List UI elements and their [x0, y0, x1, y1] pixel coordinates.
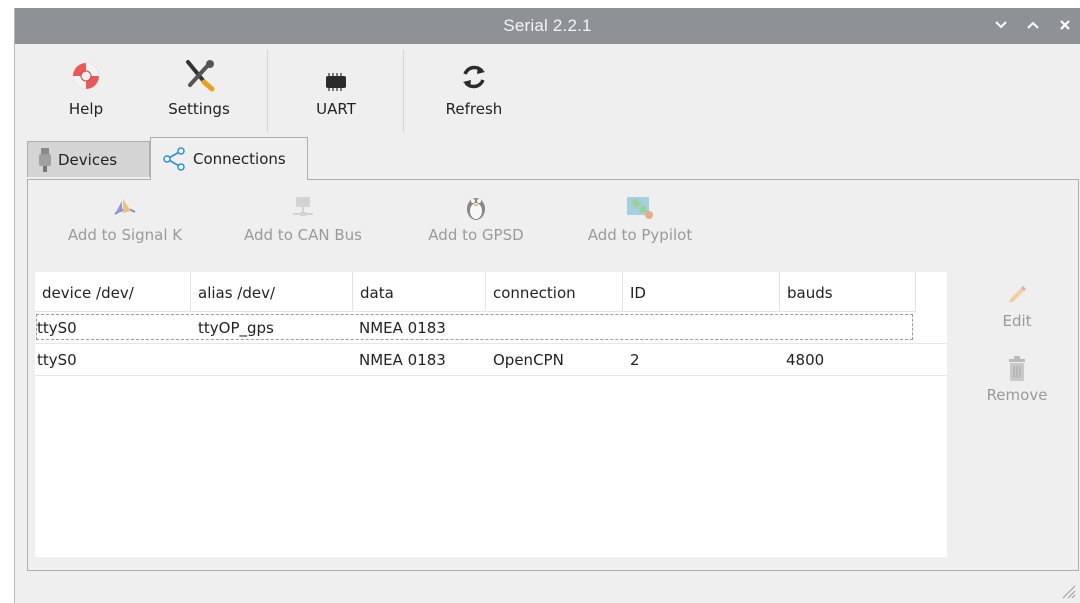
- window-title: Serial 2.2.1: [503, 16, 592, 35]
- pencil-icon: [1009, 286, 1026, 303]
- add-to-canbus-button[interactable]: Add to CAN Bus: [233, 190, 373, 244]
- cell-bauds: [784, 312, 786, 344]
- cell-bauds: 4800: [786, 351, 825, 369]
- remove-label: Remove: [986, 386, 1048, 404]
- desktop-edge: [0, 0, 14, 603]
- close-button[interactable]: [1056, 14, 1074, 36]
- table-row[interactable]: ttyS0 ttyOP_gps NMEA 0183: [35, 312, 947, 344]
- status-bar: [15, 571, 1080, 603]
- tab-connections[interactable]: Connections: [150, 137, 308, 180]
- cell-device: ttyS0: [37, 351, 77, 369]
- table-row[interactable]: ttyS0 NMEA 0183 OpenCPN 2 4800: [35, 344, 947, 376]
- window-controls: [992, 14, 1074, 36]
- minimize-button[interactable]: [992, 14, 1010, 36]
- cell-connection: [491, 312, 493, 344]
- add-to-signalk-button[interactable]: Add to Signal K: [50, 190, 200, 244]
- cell-id: [628, 312, 630, 344]
- remove-button[interactable]: Remove: [982, 352, 1052, 404]
- add-to-canbus-label: Add to CAN Bus: [244, 226, 362, 244]
- column-header-id[interactable]: ID: [623, 272, 780, 312]
- add-to-pypilot-button[interactable]: Add to Pypilot: [573, 190, 707, 244]
- add-to-gpsd-button[interactable]: Add to GPSD: [416, 190, 536, 244]
- app-window: Serial 2.2.1 Help Settings UART Refresh …: [14, 8, 1080, 603]
- toolbar-separator: [267, 50, 268, 132]
- tab-devices[interactable]: Devices: [27, 141, 150, 177]
- tab-connections-label: Connections: [193, 150, 286, 168]
- title-bar[interactable]: Serial 2.2.1: [15, 8, 1080, 44]
- column-header-device[interactable]: device /dev/: [35, 272, 191, 312]
- usb-plug-icon: [39, 147, 51, 172]
- add-to-signalk-label: Add to Signal K: [67, 226, 183, 244]
- help-button[interactable]: Help: [51, 52, 121, 128]
- column-header-alias[interactable]: alias /dev/: [191, 272, 353, 312]
- share-icon: [163, 147, 185, 171]
- add-to-gpsd-label: Add to GPSD: [428, 226, 524, 244]
- wrench-screwdriver-icon: [186, 60, 215, 92]
- tab-devices-label: Devices: [58, 150, 118, 169]
- settings-label: Settings: [168, 100, 230, 118]
- lifebuoy-icon: [73, 63, 99, 89]
- column-header-bauds[interactable]: bauds: [780, 272, 916, 312]
- cell-data: NMEA 0183: [359, 351, 446, 369]
- refresh-button[interactable]: Refresh: [433, 52, 515, 128]
- chip-icon: [326, 73, 346, 91]
- cell-alias: ttyOP_gps: [198, 319, 274, 337]
- close-icon: [1060, 20, 1070, 30]
- resize-grip-icon[interactable]: [1060, 583, 1076, 599]
- toolbar-separator: [403, 50, 404, 132]
- row-focus-outline: [36, 314, 913, 340]
- chevron-up-icon: [1027, 21, 1039, 29]
- help-label: Help: [68, 100, 104, 118]
- column-header-data[interactable]: data: [353, 272, 486, 312]
- edit-label: Edit: [1002, 312, 1032, 330]
- cell-id: 2: [630, 351, 640, 369]
- maximize-button[interactable]: [1024, 14, 1042, 36]
- cell-data: NMEA 0183: [359, 319, 446, 337]
- connections-table: device /dev/ alias /dev/ data connection…: [35, 272, 947, 557]
- cell-connection: OpenCPN: [493, 351, 564, 369]
- add-to-pypilot-label: Add to Pypilot: [587, 226, 693, 244]
- refresh-icon: [463, 65, 485, 89]
- main-toolbar: Help Settings UART Refresh: [15, 44, 1080, 136]
- cell-alias: [196, 344, 198, 376]
- trash-icon: [1009, 356, 1025, 381]
- uart-label: UART: [316, 100, 356, 118]
- map-icon: [627, 197, 653, 219]
- signalk-icon: [114, 199, 136, 215]
- connections-panel: Add to Signal K Add to CAN Bus Add to GP…: [27, 179, 1079, 571]
- settings-button[interactable]: Settings: [159, 52, 239, 128]
- refresh-label: Refresh: [445, 100, 503, 118]
- chevron-down-icon: [995, 21, 1007, 29]
- penguin-icon: [467, 198, 485, 220]
- table-header: device /dev/ alias /dev/ data connection…: [35, 272, 947, 312]
- cell-device: ttyS0: [37, 319, 77, 337]
- network-icon: [293, 197, 313, 216]
- column-header-connection[interactable]: connection: [486, 272, 623, 312]
- edit-button[interactable]: Edit: [982, 278, 1052, 330]
- uart-button[interactable]: UART: [300, 52, 372, 128]
